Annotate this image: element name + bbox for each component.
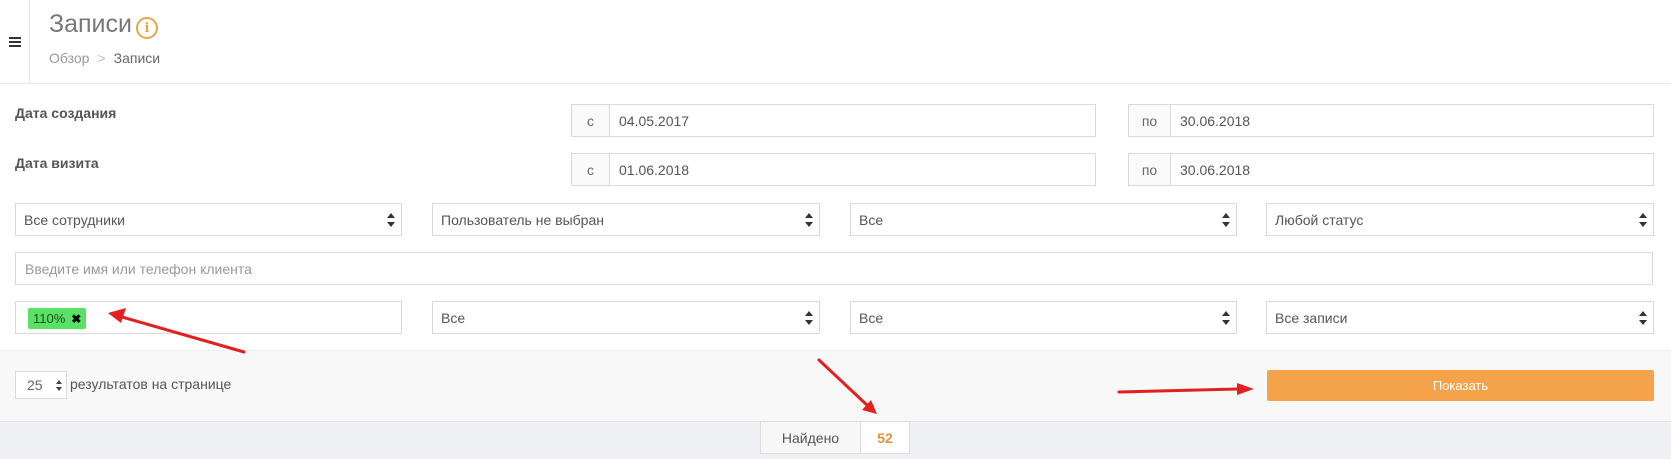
select-arrows-icon [1222, 311, 1230, 325]
hamburger-icon [8, 37, 21, 47]
category-select[interactable]: Все [850, 203, 1237, 236]
select-arrows-icon [1639, 213, 1647, 227]
visit-date-label: Дата визита [15, 155, 99, 171]
per-page-select[interactable]: 25 [15, 371, 67, 399]
filter-select-3[interactable]: Все [850, 301, 1237, 334]
status-select[interactable]: Любой статус [1266, 203, 1654, 236]
breadcrumb-current: Записи [113, 50, 161, 66]
per-page-value: 25 [27, 377, 43, 393]
client-search-placeholder: Введите имя или телефон клиента [25, 260, 252, 277]
employee-select[interactable]: Все сотрудники [15, 203, 402, 236]
select-arrows-icon [387, 213, 395, 227]
page-title: Записи [49, 10, 132, 38]
user-select[interactable]: Пользователь не выбран [432, 203, 820, 236]
records-page: Записи i Обзор > Записи Дата создания с … [0, 0, 1671, 459]
found-label: Найдено [761, 422, 861, 453]
created-from-value[interactable]: 04.05.2017 [610, 105, 1095, 136]
show-button[interactable]: Показать [1267, 370, 1654, 401]
visit-to-field[interactable]: по 30.06.2018 [1128, 153, 1654, 186]
category-select-value: Все [859, 211, 884, 228]
records-type-select-value: Все записи [1275, 309, 1348, 326]
per-page-label: результатов на странице [70, 376, 232, 392]
client-search-input[interactable]: Введите имя или телефон клиента [15, 252, 1653, 285]
visit-from-field[interactable]: с 01.06.2018 [571, 153, 1096, 186]
select-arrows-icon [1222, 213, 1230, 227]
select-arrows-icon [805, 311, 813, 325]
visit-to-addon: по [1129, 154, 1171, 185]
breadcrumb-separator: > [97, 50, 106, 66]
menu-toggle-button[interactable] [0, 0, 30, 84]
breadcrumb: Обзор > Записи [49, 50, 160, 66]
filter-select-3-value: Все [859, 309, 884, 326]
user-select-value: Пользователь не выбран [441, 211, 604, 228]
created-to-value[interactable]: 30.06.2018 [1171, 105, 1653, 136]
breadcrumb-home-link[interactable]: Обзор [49, 50, 89, 66]
created-date-label: Дата создания [15, 105, 117, 121]
found-count: 52 [861, 422, 909, 453]
filter-select-2-value: Все [441, 309, 466, 326]
info-icon[interactable]: i [136, 17, 158, 39]
employee-select-value: Все сотрудники [24, 211, 125, 228]
visit-from-addon: с [572, 154, 610, 185]
records-type-select[interactable]: Все записи [1266, 301, 1654, 334]
page-header: Записи i Обзор > Записи [0, 0, 1671, 84]
close-icon[interactable]: ✖ [71, 312, 81, 326]
created-to-field[interactable]: по 30.06.2018 [1128, 104, 1654, 137]
filter-select-2[interactable]: Все [432, 301, 820, 334]
tag-chip: 110% ✖ [28, 308, 87, 329]
tag-chip-label: 110% [33, 311, 66, 326]
visit-to-value[interactable]: 30.06.2018 [1171, 154, 1653, 185]
tag-filter-input[interactable]: 110% ✖ [15, 301, 402, 334]
created-from-field[interactable]: с 04.05.2017 [571, 104, 1096, 137]
select-arrows-icon [56, 380, 62, 391]
found-counter: Найдено 52 [760, 421, 910, 454]
status-select-value: Любой статус [1275, 211, 1364, 228]
select-arrows-icon [1639, 311, 1647, 325]
visit-from-value[interactable]: 01.06.2018 [610, 154, 1095, 185]
created-to-addon: по [1129, 105, 1171, 136]
select-arrows-icon [805, 213, 813, 227]
created-from-addon: с [572, 105, 610, 136]
